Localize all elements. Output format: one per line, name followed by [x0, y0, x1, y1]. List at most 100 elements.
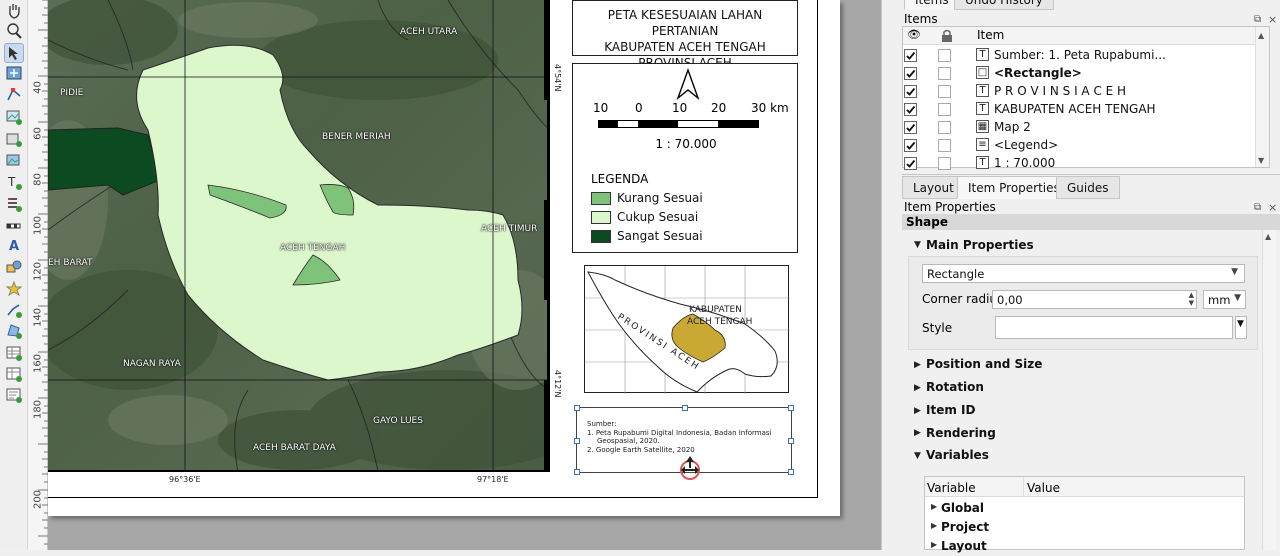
lock-checkbox[interactable]	[938, 67, 951, 80]
divider	[902, 174, 1280, 175]
layout-canvas[interactable]: ACEH UTARA PIDIE BENER MERIAH ACEH TIMUR…	[48, 0, 881, 550]
chevron-right-icon[interactable]: ▶	[914, 428, 921, 438]
variables-header[interactable]: Variables	[926, 448, 989, 462]
visibility-checkbox[interactable]	[904, 157, 917, 170]
add-north-arrow-icon[interactable]: A	[5, 236, 23, 254]
add-scalebar-icon[interactable]	[5, 216, 23, 234]
variable-group-global[interactable]: ▶ Global	[927, 499, 1230, 518]
coord-label: 97°18'E	[477, 475, 509, 484]
chevron-right-icon[interactable]: ▶	[914, 406, 921, 416]
zoom-icon[interactable]	[5, 22, 23, 40]
properties-scrollbar[interactable]: ▲	[1262, 230, 1276, 550]
item-id-header[interactable]: Item ID	[926, 403, 975, 417]
layout-page[interactable]: ACEH UTARA PIDIE BENER MERIAH ACEH TIMUR…	[48, 0, 840, 516]
shape-type-select[interactable]: Rectangle ▼	[922, 264, 1245, 283]
resize-handle[interactable]	[574, 405, 580, 411]
visibility-checkbox[interactable]	[904, 139, 917, 152]
add-label-icon[interactable]: T	[5, 173, 23, 191]
item-row[interactable]: T Sumber: 1. Peta Rupabumi...	[904, 46, 1268, 64]
visibility-checkbox[interactable]	[904, 85, 917, 98]
legend-item: Kurang Sesuai	[591, 191, 703, 205]
resize-handle[interactable]	[788, 438, 794, 444]
style-button[interactable]	[995, 316, 1233, 339]
item-row[interactable]: TP R O V I N S I A C E H	[904, 82, 1268, 100]
resize-handle[interactable]	[788, 405, 794, 411]
lock-checkbox[interactable]	[938, 49, 951, 62]
rendering-header[interactable]: Rendering	[926, 426, 996, 440]
visibility-checkbox[interactable]	[904, 121, 917, 134]
tab-layout[interactable]: Layout	[902, 176, 965, 199]
map-label: GAYO LUES	[373, 416, 423, 426]
tab-guides[interactable]: Guides	[1056, 176, 1120, 199]
resize-handle[interactable]	[574, 438, 580, 444]
tab-undo-history[interactable]: Undo History	[954, 0, 1054, 10]
item-row[interactable]: T KABUPATEN ACEH TENGAH	[904, 100, 1268, 118]
legend-box[interactable]: 10 0 10 20 30 km 1 : 70.000 LEGENDA Kura…	[572, 63, 798, 253]
item-label: Map 2	[994, 120, 1031, 134]
map-title-box[interactable]: PETA KESESUAIAN LAHAN PERTANIAN KABUPATE…	[572, 0, 798, 70]
item-type-icon: T	[976, 156, 989, 169]
tab-items[interactable]: Items	[904, 0, 960, 10]
move-content-icon[interactable]	[5, 64, 23, 82]
rotation-header[interactable]: Rotation	[926, 380, 984, 394]
variable-group-project[interactable]: ▶ Project	[927, 518, 1230, 537]
scalebar-tick: 10	[672, 101, 688, 115]
visibility-checkbox[interactable]	[904, 67, 917, 80]
item-row[interactable]: ≡ <Legend>	[904, 136, 1268, 154]
visibility-checkbox[interactable]	[904, 49, 917, 62]
add-polygon-icon[interactable]	[5, 322, 23, 340]
lock-checkbox[interactable]	[938, 157, 951, 170]
inset-map-canvas: KABUPATEN ACEH TENGAH PROVINSI ACEH	[585, 266, 790, 394]
spinner-icon[interactable]: ▲ ▼	[1189, 291, 1194, 307]
select-move-item-icon[interactable]	[4, 43, 24, 63]
coord-label: 96°36'E	[169, 475, 201, 484]
edit-nodes-icon[interactable]	[5, 86, 23, 104]
chevron-right-icon[interactable]: ▶	[914, 383, 921, 393]
close-dock-icon[interactable]: ×	[1268, 201, 1277, 214]
add-html-icon[interactable]	[5, 386, 23, 404]
tab-item-properties[interactable]: Item Properties	[957, 176, 1071, 199]
resize-handle[interactable]	[574, 469, 580, 475]
add-shape-icon[interactable]	[5, 258, 23, 276]
float-dock-icon[interactable]: ⧉	[1254, 202, 1261, 213]
ruler-label: 40	[32, 81, 44, 94]
add-attribute-table-icon[interactable]	[5, 344, 23, 362]
close-dock-icon[interactable]: ×	[1268, 13, 1277, 26]
pan-icon[interactable]	[5, 2, 23, 20]
lock-checkbox[interactable]	[938, 121, 951, 134]
add-3d-map-icon[interactable]	[5, 130, 23, 148]
corner-radius-input[interactable]: 0,00 ▲ ▼	[992, 290, 1197, 309]
north-arrow-icon	[676, 68, 700, 100]
main-map[interactable]: ACEH UTARA PIDIE BENER MERIAH ACEH TIMUR…	[48, 0, 550, 472]
resize-handle[interactable]	[788, 469, 794, 475]
item-row[interactable]: ▦ Map 2	[904, 118, 1268, 136]
inset-region-label: KABUPATEN	[689, 305, 742, 315]
item-row[interactable]: T 1 : 70.000	[904, 154, 1268, 172]
add-fixed-table-icon[interactable]	[5, 365, 23, 383]
visibility-checkbox[interactable]	[904, 103, 917, 116]
chevron-down-icon[interactable]: ▼	[914, 240, 921, 250]
position-size-header[interactable]: Position and Size	[926, 357, 1042, 371]
map-label: EH BARAT	[48, 258, 93, 268]
add-legend-icon[interactable]	[5, 195, 23, 213]
inset-map[interactable]: KABUPATEN ACEH TENGAH PROVINSI ACEH	[584, 265, 790, 394]
lock-checkbox[interactable]	[938, 139, 951, 152]
item-row[interactable]: □ <Rectangle>	[904, 64, 1268, 82]
style-dropdown-button[interactable]: ▼	[1235, 316, 1247, 339]
resize-handle[interactable]	[682, 405, 688, 411]
chevron-right-icon[interactable]: ▶	[914, 360, 921, 370]
float-dock-icon[interactable]: ⧉	[1254, 14, 1261, 25]
variable-group-layout[interactable]: ▶ Layout	[927, 537, 1230, 556]
variable-group-label: Project	[941, 520, 990, 534]
lock-checkbox[interactable]	[938, 103, 951, 116]
chevron-down-icon[interactable]: ▼	[914, 451, 921, 461]
unit-select[interactable]: mm ▼	[1203, 290, 1246, 309]
add-polyline-icon[interactable]	[5, 301, 23, 319]
svg-text:A: A	[9, 239, 19, 254]
scalebar	[598, 120, 759, 128]
lock-checkbox[interactable]	[938, 85, 951, 98]
add-marker-icon[interactable]	[5, 280, 23, 298]
main-properties-header[interactable]: Main Properties	[926, 238, 1034, 252]
add-picture-icon[interactable]	[5, 151, 23, 169]
add-map-icon[interactable]	[5, 108, 23, 126]
